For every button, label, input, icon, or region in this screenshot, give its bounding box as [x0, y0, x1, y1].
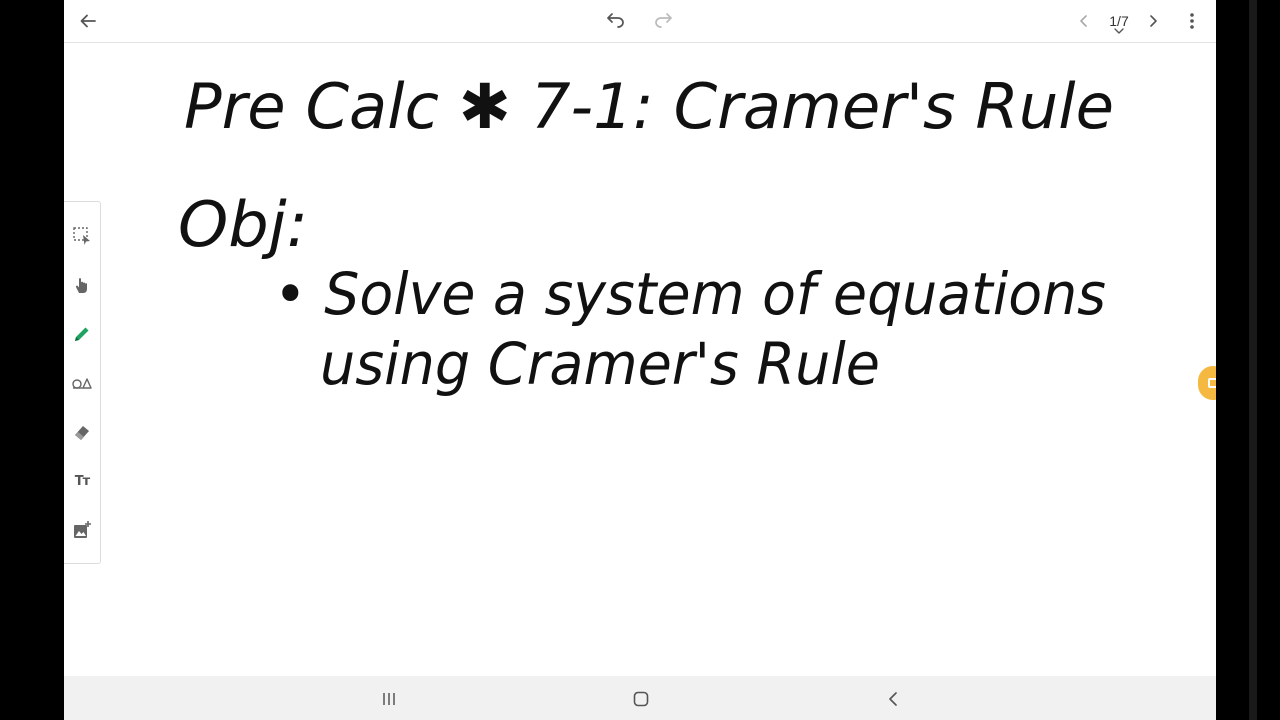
- recents-icon[interactable]: [377, 688, 401, 710]
- panel-icon: [1208, 378, 1216, 388]
- tool-palette: Tт: [64, 201, 101, 564]
- nav-back-icon[interactable]: [881, 688, 905, 710]
- chevron-left-icon[interactable]: [1069, 6, 1099, 36]
- shapes-icon[interactable]: [70, 371, 94, 395]
- note-canvas[interactable]: Pre Calc ✱ 7-1: Cramer's Rule Obj: • Sol…: [64, 44, 1216, 676]
- objective-label: Obj:: [178, 188, 308, 261]
- chevron-right-icon[interactable]: [1138, 6, 1168, 36]
- note-app-window: 1/7 Pre Calc ✱ 7-1: Cramer's Rule Obj: •…: [64, 0, 1216, 720]
- redo-icon[interactable]: [648, 6, 678, 36]
- add-image-icon[interactable]: [70, 518, 94, 542]
- chevron-down-icon: [1114, 28, 1124, 34]
- title-line: Pre Calc ✱ 7-1: Cramer's Rule: [184, 70, 1114, 143]
- home-icon[interactable]: [629, 688, 653, 710]
- handwritten-notes: Pre Calc ✱ 7-1: Cramer's Rule Obj: • Sol…: [178, 70, 1114, 398]
- more-vertical-icon[interactable]: [1177, 6, 1207, 36]
- lasso-select-icon[interactable]: [70, 224, 94, 248]
- text-tool-label: Tт: [74, 473, 90, 489]
- hand-icon[interactable]: [70, 273, 94, 297]
- screen-edge: [1216, 0, 1280, 720]
- system-nav-bar: [64, 676, 1216, 720]
- objective-line-1: • Solve a system of equations: [274, 260, 1106, 328]
- objective-line-2: using Cramer's Rule: [320, 330, 880, 398]
- back-arrow-icon[interactable]: [73, 6, 103, 36]
- text-icon[interactable]: Tт: [70, 469, 94, 493]
- top-toolbar: 1/7: [64, 0, 1216, 43]
- undo-icon[interactable]: [601, 6, 631, 36]
- pen-icon[interactable]: [70, 322, 94, 346]
- eraser-icon[interactable]: [70, 420, 94, 444]
- page-counter[interactable]: 1/7: [1104, 13, 1134, 34]
